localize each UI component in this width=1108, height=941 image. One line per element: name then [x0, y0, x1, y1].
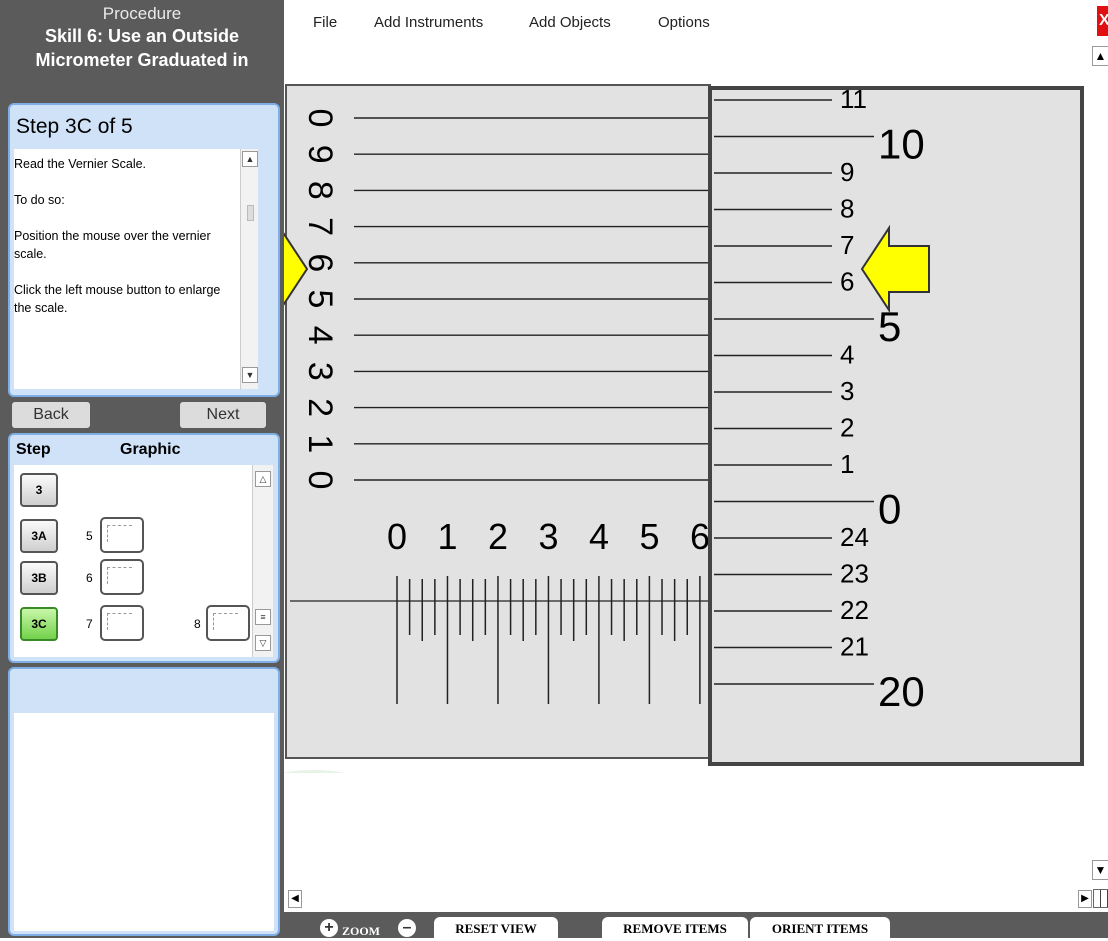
sleeve-digit: 4 — [589, 516, 609, 557]
vernier-digit: 2 — [301, 398, 339, 417]
scroll-up-icon[interactable]: △ — [255, 471, 271, 487]
scroll-right-icon[interactable]: ▶ — [1078, 890, 1092, 908]
thimble-label: 11 — [840, 84, 867, 114]
graphic-thumbnail[interactable] — [100, 517, 144, 553]
thimble-label: 10 — [878, 121, 925, 168]
graphic-number: 5 — [86, 529, 93, 543]
orient-items-button[interactable]: ORIENT ITEMS — [750, 917, 890, 939]
vernier-digit: 0 — [301, 471, 339, 490]
thimble-label: 2 — [840, 413, 854, 443]
thimble-label: 6 — [840, 267, 854, 297]
step-instructions-panel: Step 3C of 5 Read the Vernier Scale. To … — [8, 103, 280, 397]
instruction-line: Position the mouse over the vernier scal… — [14, 229, 211, 261]
sleeve-digit: 3 — [538, 516, 558, 557]
vernier-digit: 8 — [301, 181, 339, 200]
steps-scrollbar[interactable]: △ ≡ ▽ — [252, 465, 273, 657]
steps-graphic-panel: Step Graphic 3 3A 5 3B 6 3C 7 8 △ ≡ ▽ — [8, 433, 280, 663]
zoom-in-button[interactable]: + — [320, 919, 338, 937]
scroll-down-icon[interactable]: ▼ — [242, 367, 258, 383]
menu-bar: File Add Instruments Add Objects Options — [284, 0, 1108, 40]
vernier-digit: 1 — [301, 434, 339, 453]
menu-add-objects[interactable]: Add Objects — [529, 14, 611, 31]
step-button-3a[interactable]: 3A — [20, 519, 58, 553]
graphic-thumbnail[interactable] — [206, 605, 250, 641]
step-column-header: Step — [16, 441, 51, 458]
zoom-out-button[interactable]: – — [398, 919, 416, 937]
scroll-down-icon[interactable]: ▼ — [1092, 860, 1108, 880]
thimble-label: 24 — [840, 522, 869, 552]
remove-items-button[interactable]: REMOVE ITEMS — [602, 917, 748, 939]
sleeve-digit: 6 — [690, 516, 710, 557]
vernier-digit: 4 — [301, 326, 339, 345]
skill-title-line2: Micrometer Graduated in — [35, 50, 249, 70]
micrometer-scale-view[interactable]: 09876543210 0123456 11109876543210242322… — [284, 83, 1086, 773]
scroll-thumb-icon[interactable]: ≡ — [255, 609, 271, 625]
scroll-thumb[interactable] — [247, 205, 254, 221]
graphic-preview-panel — [8, 667, 280, 936]
thimble-label: 7 — [840, 230, 854, 260]
reset-view-button[interactable]: RESET VIEW — [434, 917, 558, 939]
thimble-label: 20 — [878, 668, 925, 715]
scroll-left-icon[interactable]: ◀ — [288, 890, 302, 908]
skill-title-line1: Skill 6: Use an Outside — [44, 26, 240, 46]
graphic-number: 6 — [86, 571, 93, 585]
vernier-digit: 9 — [301, 145, 339, 164]
graphic-thumbnail[interactable] — [100, 605, 144, 641]
thimble-label: 9 — [840, 157, 854, 187]
thimble — [708, 86, 1084, 766]
zoom-label: ZOOM — [342, 924, 380, 938]
vernier-digit: 5 — [301, 290, 339, 309]
close-button[interactable]: X — [1097, 6, 1108, 36]
step-button-3[interactable]: 3 — [20, 473, 58, 507]
menu-options[interactable]: Options — [658, 14, 710, 31]
thimble-label: 22 — [840, 595, 869, 625]
back-button[interactable]: Back — [12, 402, 90, 428]
instruction-line: Read the Vernier Scale. — [14, 157, 147, 171]
graphic-number: 8 — [194, 617, 201, 631]
left-panel: Procedure Skill 6: Use an Outside Microm… — [0, 0, 284, 938]
next-button[interactable]: Next — [180, 402, 266, 428]
graphic-column-header: Graphic — [120, 441, 181, 458]
steps-list: 3 3A 5 3B 6 3C 7 8 — [14, 465, 252, 657]
vernier-digit: 7 — [301, 217, 339, 236]
step-button-3b[interactable]: 3B — [20, 561, 58, 595]
menu-add-instruments[interactable]: Add Instruments — [374, 14, 483, 31]
thimble-label: 8 — [840, 194, 854, 224]
instructions-text: Read the Vernier Scale. To do so: Positi… — [14, 149, 258, 389]
step-button-3c[interactable]: 3C — [20, 607, 58, 641]
sleeve-digit: 2 — [488, 516, 508, 557]
sleeve-digit: 0 — [387, 516, 407, 557]
menu-file[interactable]: File — [313, 14, 337, 31]
thimble-label: 0 — [878, 486, 901, 533]
procedure-heading: Procedure — [102, 4, 182, 23]
instructions-scrollbar[interactable]: ▲ ▼ — [240, 149, 258, 389]
thimble-label: 3 — [840, 376, 854, 406]
procedure-header: Procedure Skill 6: Use an Outside Microm… — [4, 0, 280, 97]
thimble-label: 1 — [840, 449, 854, 479]
sleeve-digit: 1 — [437, 516, 457, 557]
instruction-line: Click the left mouse button to enlarge t… — [14, 283, 221, 315]
sleeve-digit: 5 — [639, 516, 659, 557]
graphic-preview-area — [14, 713, 274, 931]
scroll-up-icon[interactable]: ▲ — [242, 151, 258, 167]
resize-grip-icon[interactable] — [1093, 889, 1108, 908]
instruction-line: To do so: — [14, 193, 65, 207]
bottom-toolbar: + ZOOM – RESET VIEW REMOVE ITEMS ORIENT … — [284, 912, 1108, 939]
vernier-digit: 3 — [301, 362, 339, 381]
scroll-down-icon[interactable]: ▽ — [255, 635, 271, 651]
thimble-label: 21 — [840, 632, 869, 662]
thimble-label: 4 — [840, 340, 854, 370]
graphic-number: 7 — [86, 617, 93, 631]
step-label: Step 3C of 5 — [16, 115, 133, 138]
thimble-label: 23 — [840, 559, 869, 589]
vernier-digit: 0 — [301, 109, 339, 128]
scroll-up-icon[interactable]: ▲ — [1092, 46, 1108, 66]
graphic-thumbnail[interactable] — [100, 559, 144, 595]
